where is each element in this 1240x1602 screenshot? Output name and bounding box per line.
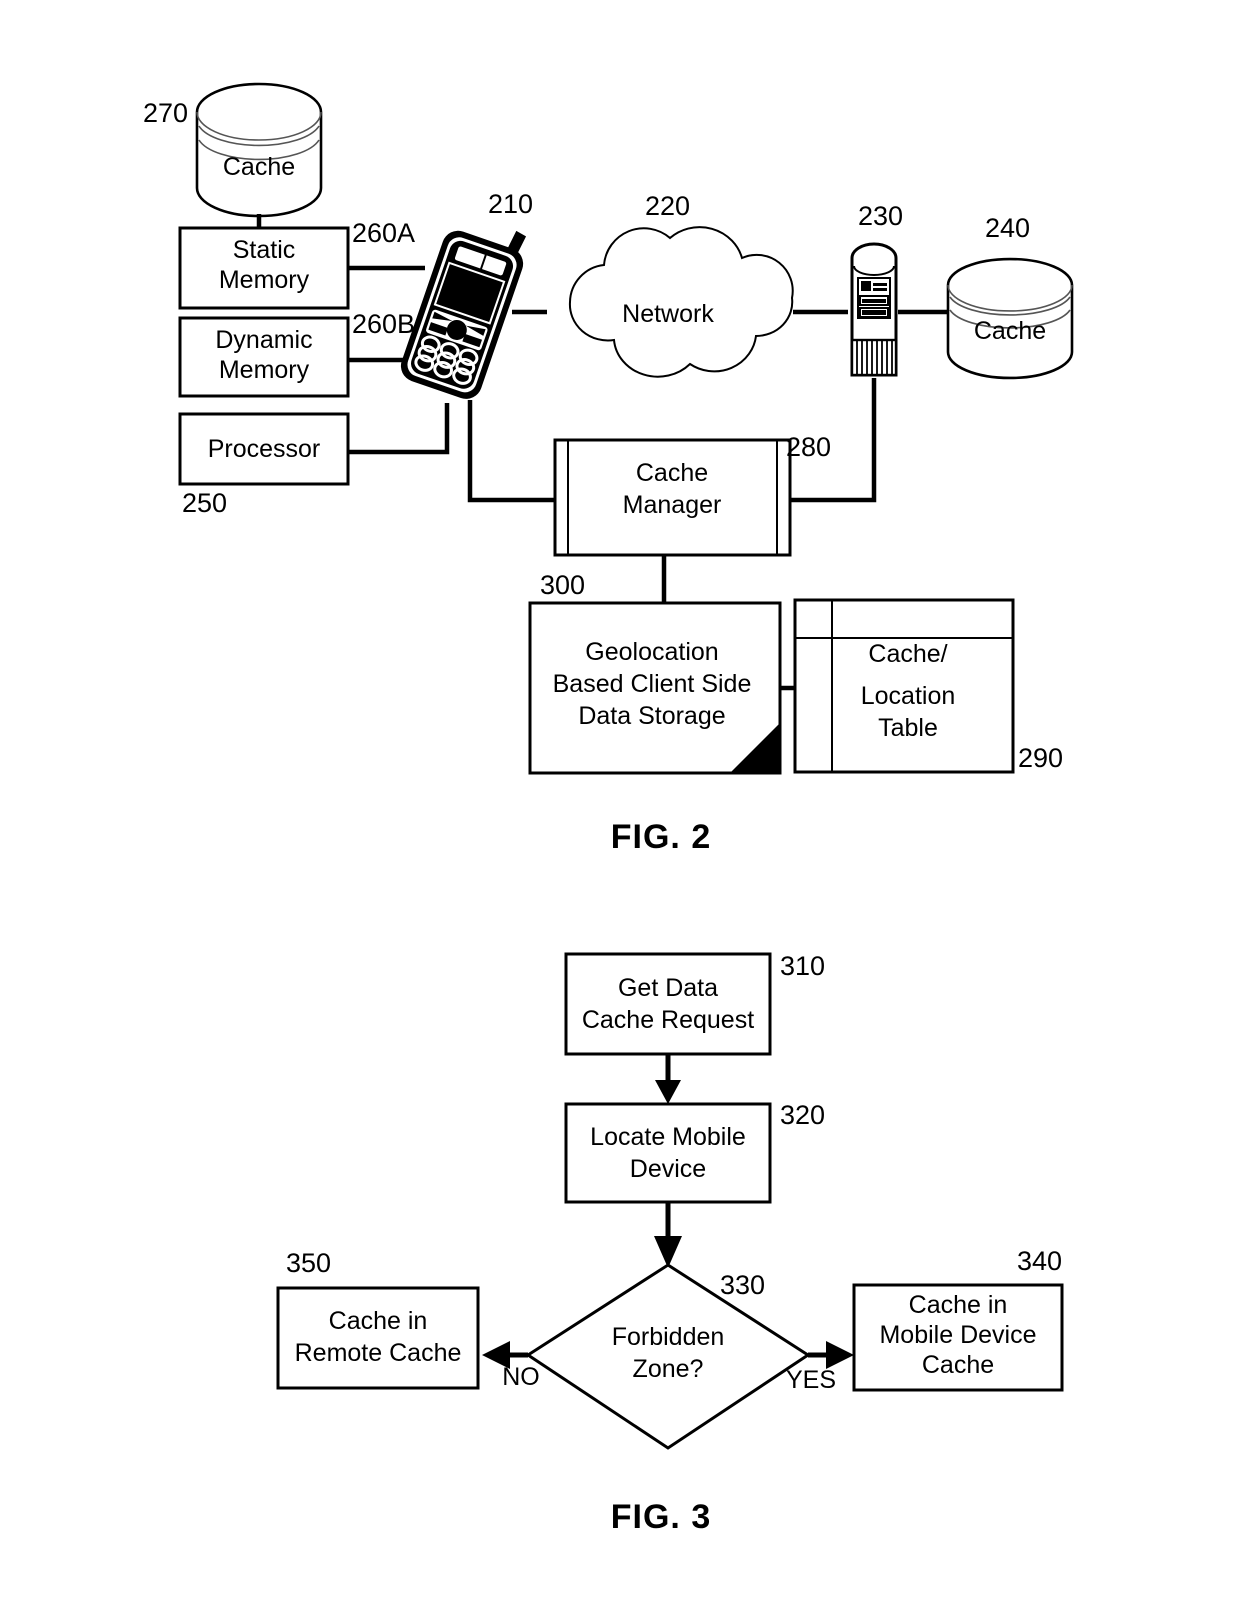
geolocation-label-3: Data Storage xyxy=(578,702,725,730)
locate-mobile-label-2: Device xyxy=(630,1155,706,1183)
ref-270: 270 xyxy=(143,98,188,128)
ref-350: 350 xyxy=(286,1248,331,1278)
locate-mobile-label-1: Locate Mobile xyxy=(590,1123,746,1151)
mobile-phone-icon xyxy=(400,230,527,399)
cache-in-remote-cache-box: Cache in Remote Cache xyxy=(276,1286,480,1390)
ref-300: 300 xyxy=(540,570,585,600)
link-phone-cachemanager xyxy=(467,400,555,503)
cache-mobile-label-1: Cache in xyxy=(909,1291,1008,1319)
get-data-cache-request-box: Get Data Cache Request xyxy=(564,952,772,1056)
arrow-310-to-320 xyxy=(655,1054,681,1104)
cache-mobile-label-2: Mobile Device xyxy=(879,1321,1036,1349)
processor-box: Processor xyxy=(178,412,350,486)
dynamic-memory-box: Dynamic Memory xyxy=(178,316,350,398)
ref-320: 320 xyxy=(780,1100,825,1130)
cache-in-mobile-device-cache-box: Cache in Mobile Device Cache xyxy=(852,1283,1064,1392)
ref-290: 290 xyxy=(1018,743,1063,773)
ref-220: 220 xyxy=(645,191,690,221)
cache-manager-label-1: Cache xyxy=(636,459,708,487)
cache-270-label: Cache xyxy=(223,153,295,181)
ref-330: 330 xyxy=(720,1270,765,1300)
ref-250: 250 xyxy=(182,488,227,518)
geolocation-label-2: Based Client Side xyxy=(553,670,752,698)
cache-remote-label-2: Remote Cache xyxy=(295,1339,462,1367)
network-cloud: Network xyxy=(568,226,794,378)
static-memory-label-2: Memory xyxy=(219,266,310,294)
cache-location-table-label-3: Table xyxy=(878,714,938,742)
static-memory-box: Static Memory xyxy=(178,226,350,310)
cache-cylinder-270: Cache xyxy=(195,82,323,218)
geolocation-storage-box: Geolocation Based Client Side Data Stora… xyxy=(528,601,782,775)
dynamic-memory-label-1: Dynamic xyxy=(215,326,312,354)
dynamic-memory-label-2: Memory xyxy=(219,356,310,384)
branch-no-label: NO xyxy=(502,1363,540,1391)
ref-340: 340 xyxy=(1017,1246,1062,1276)
cache-240-label: Cache xyxy=(974,317,1046,345)
figure-2-caption: FIG. 2 xyxy=(611,818,711,856)
cache-location-table-label-2: Location xyxy=(861,682,956,710)
ref-280: 280 xyxy=(786,432,831,462)
cache-manager-label-2: Manager xyxy=(623,491,722,519)
cache-cylinder-240: Cache xyxy=(946,257,1074,380)
figure-2-group: Cache 270 Static Memory 260A Dynamic Mem… xyxy=(143,82,1074,856)
forbidden-zone-decision: Forbidden Zone? xyxy=(525,1263,811,1450)
branch-no: NO xyxy=(482,1341,540,1391)
ref-240: 240 xyxy=(985,213,1030,243)
network-label: Network xyxy=(622,300,714,328)
cache-manager-module: Cache Manager xyxy=(553,438,792,557)
locate-mobile-device-box: Locate Mobile Device xyxy=(564,1102,772,1204)
cache-remote-label-1: Cache in xyxy=(329,1307,428,1335)
ref-210: 210 xyxy=(488,189,533,219)
branch-yes-label: YES xyxy=(786,1366,836,1394)
ref-230: 230 xyxy=(858,201,903,231)
drawing-canvas: Cache 270 Static Memory 260A Dynamic Mem… xyxy=(143,82,1074,1536)
cache-location-table-label-1: Cache/ xyxy=(868,640,947,668)
cache-mobile-label-3: Cache xyxy=(922,1351,994,1379)
figure-3-group: Get Data Cache Request 310 Locate Mobile… xyxy=(276,951,1064,1536)
patent-drawing-sheet: Cache 270 Static Memory 260A Dynamic Mem… xyxy=(0,0,1240,1602)
figure-3-caption: FIG. 3 xyxy=(611,1498,711,1536)
ref-260A: 260A xyxy=(352,218,415,248)
forbidden-zone-label-1: Forbidden xyxy=(612,1323,725,1351)
geolocation-label-1: Geolocation xyxy=(585,638,718,666)
server-tower-icon xyxy=(850,242,898,377)
link-processor-phone xyxy=(348,403,450,455)
cache-location-table: Cache/ Location Table xyxy=(793,598,1015,774)
arrow-320-to-330 xyxy=(654,1202,682,1268)
ref-260B: 260B xyxy=(352,309,415,339)
get-data-label-1: Get Data xyxy=(618,974,718,1002)
static-memory-label-1: Static xyxy=(233,236,296,264)
ref-310: 310 xyxy=(780,951,825,981)
processor-label: Processor xyxy=(208,435,321,463)
forbidden-zone-label-2: Zone? xyxy=(633,1355,704,1383)
get-data-label-2: Cache Request xyxy=(582,1006,754,1034)
